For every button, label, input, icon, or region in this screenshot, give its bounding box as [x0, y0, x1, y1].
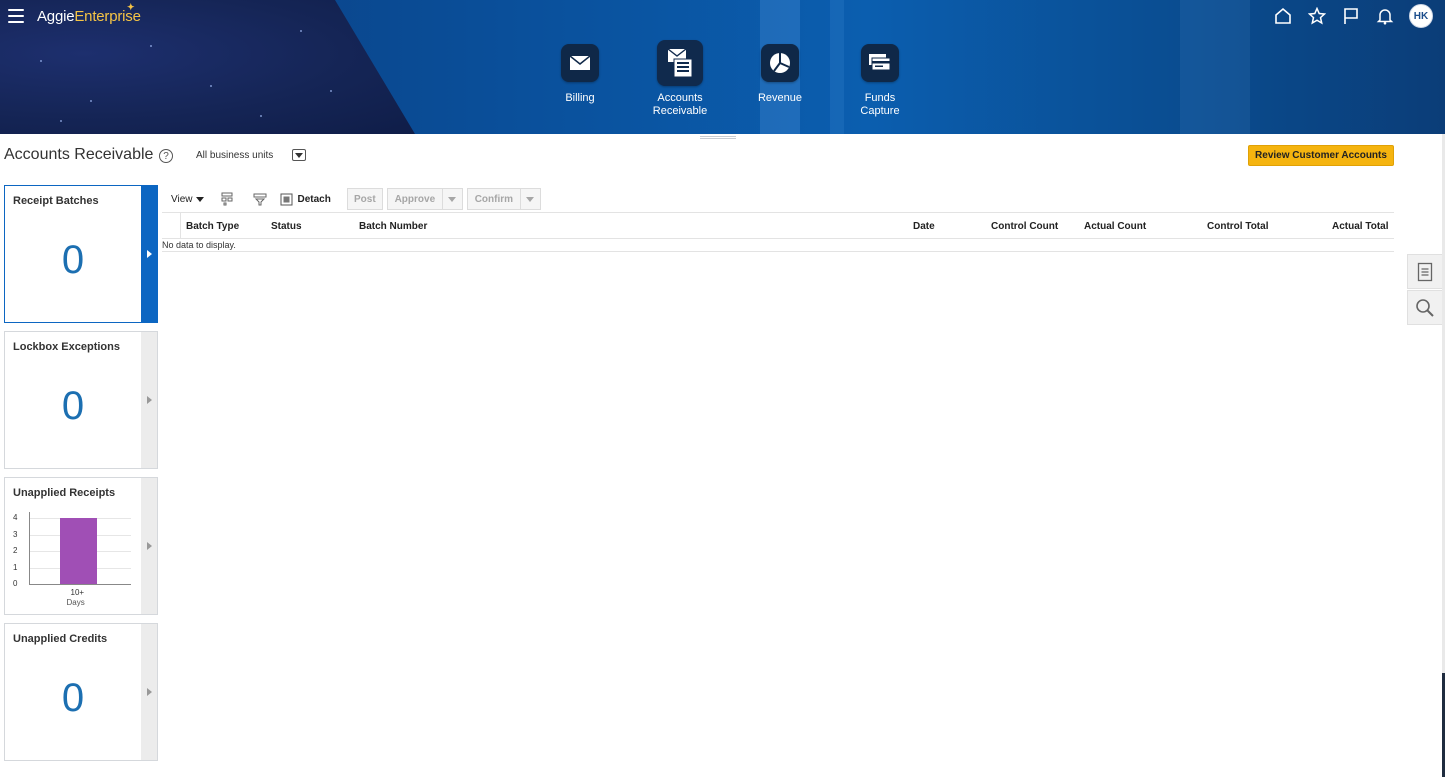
chevron-down-icon: [526, 196, 535, 202]
tile-title: Lockbox Exceptions: [13, 341, 120, 353]
lockbox-exceptions-tile[interactable]: Lockbox Exceptions 0: [4, 331, 158, 469]
chevron-right-icon: [146, 396, 152, 404]
business-unit-dropdown[interactable]: [292, 149, 306, 161]
chevron-down-icon: [295, 152, 303, 158]
wrap-filter-icon[interactable]: [252, 191, 268, 207]
watchlist-flag-icon[interactable]: [1341, 6, 1361, 26]
tile-title: Unapplied Credits: [13, 633, 108, 645]
help-icon[interactable]: ?: [159, 149, 173, 163]
tile-expand-button[interactable]: [141, 332, 157, 468]
column-header-batch-type[interactable]: Batch Type: [186, 221, 239, 232]
panel-tab-search[interactable]: [1407, 290, 1442, 325]
springboard-label: Funds Capture: [860, 92, 900, 117]
chevron-right-icon: [146, 688, 152, 696]
chevron-right-icon: [146, 250, 152, 258]
springboard-billing[interactable]: Billing: [530, 44, 630, 118]
tile-count: 0: [61, 676, 85, 720]
row-selector-column: [180, 213, 181, 239]
app-logo[interactable]: AggieEnterprise ✦: [37, 2, 141, 25]
panel-tab-tasks[interactable]: [1407, 254, 1442, 289]
global-header-icons: HK: [1273, 4, 1433, 28]
tile-title: Receipt Batches: [13, 195, 99, 207]
column-header-batch-number[interactable]: Batch Number: [359, 221, 427, 232]
view-menu-label: View: [171, 193, 193, 205]
chart-y-tick-label: 3: [13, 529, 18, 539]
springboard-funds-capture[interactable]: Funds Capture: [830, 44, 930, 118]
chart-x-axis: [29, 584, 131, 585]
approve-menu-button[interactable]: [442, 188, 463, 210]
tile-count: 0: [61, 384, 85, 428]
search-icon: [1416, 298, 1434, 317]
business-unit-label: All business units: [196, 150, 274, 161]
home-icon[interactable]: [1273, 6, 1293, 26]
user-avatar[interactable]: HK: [1409, 4, 1433, 28]
cards-icon: [861, 44, 899, 82]
view-menu[interactable]: View: [171, 194, 204, 205]
tile-title: Unapplied Receipts: [13, 487, 116, 499]
unapplied-receipts-chart: 0 1 2 3 4 10+ Days: [13, 512, 131, 610]
favorites-star-icon[interactable]: [1307, 6, 1327, 26]
table-divider: [162, 251, 1394, 252]
invoice-icon: [657, 40, 703, 86]
detach-button[interactable]: Detach: [280, 193, 331, 206]
empty-table-message: No data to display.: [162, 240, 236, 250]
chart-y-tick-label: 0: [13, 579, 18, 588]
review-customer-accounts-button[interactable]: Review Customer Accounts: [1248, 145, 1394, 166]
column-header-control-count[interactable]: Control Count: [991, 221, 1058, 232]
chevron-down-icon: [195, 196, 204, 202]
springboard-label: Billing: [565, 92, 595, 104]
notifications-bell-icon[interactable]: [1375, 6, 1395, 26]
springboard-label: Revenue: [757, 92, 803, 104]
banner-collapse-handle[interactable]: [700, 136, 736, 139]
table-header: Batch Type Status Batch Number Date Cont…: [162, 212, 1394, 239]
column-header-actual-count[interactable]: Actual Count: [1084, 221, 1146, 232]
tile-expand-button[interactable]: [141, 624, 157, 760]
chevron-right-icon: [146, 542, 152, 550]
detach-icon: [280, 193, 292, 205]
navigator-menu-icon[interactable]: [8, 9, 24, 23]
chart-y-tick-label: 4: [13, 513, 18, 522]
unapplied-receipts-tile[interactable]: Unapplied Receipts 0 1 2 3 4 10+ Days: [4, 477, 158, 615]
chart-x-tick-label: 10+: [70, 588, 85, 597]
tile-expand-button[interactable]: [141, 186, 157, 322]
column-header-status[interactable]: Status: [271, 221, 302, 232]
chart-y-tick-label: 1: [13, 562, 18, 572]
approve-button[interactable]: Approve: [386, 188, 443, 210]
tile-expand-button[interactable]: [141, 478, 157, 614]
chart-y-tick-label: 2: [13, 546, 18, 555]
springboard-strip: Billing Accounts Receivable Revenue Fund…: [530, 40, 930, 118]
pie-chart-icon: [761, 44, 799, 82]
detach-label: Detach: [297, 193, 331, 205]
document-list-icon: [1417, 262, 1433, 281]
page-title: Accounts Receivable: [4, 146, 154, 163]
chart-bar: [60, 518, 97, 584]
confirm-split-button: Confirm: [466, 188, 541, 210]
envelope-icon: [561, 44, 599, 82]
column-header-control-total[interactable]: Control Total: [1207, 221, 1268, 232]
post-button[interactable]: Post: [346, 188, 383, 210]
chart-x-axis-title: Days: [66, 598, 85, 607]
column-header-date[interactable]: Date: [913, 221, 935, 232]
springboard-revenue[interactable]: Revenue: [730, 44, 830, 118]
column-header-actual-total[interactable]: Actual Total: [1332, 221, 1388, 232]
receipt-batches-tile[interactable]: Receipt Batches 0: [4, 185, 158, 323]
unapplied-credits-tile[interactable]: Unapplied Credits 0: [4, 623, 158, 761]
approve-split-button: Approve: [386, 188, 463, 210]
springboard-label: Accounts Receivable: [652, 92, 708, 117]
confirm-button[interactable]: Confirm: [466, 188, 521, 210]
tile-count: 0: [61, 238, 85, 282]
confirm-menu-button[interactable]: [520, 188, 541, 210]
banner-decoration: [1180, 0, 1250, 134]
springboard-accounts-receivable[interactable]: Accounts Receivable: [630, 40, 730, 118]
table-toolbar: View Detach Post Approve Confirm: [162, 187, 541, 211]
chart-y-axis: [29, 512, 30, 584]
header-banner: AggieEnterprise ✦ HK Billing Accounts Re…: [0, 0, 1445, 134]
freeze-columns-icon[interactable]: [220, 191, 236, 207]
chevron-down-icon: [448, 196, 457, 202]
